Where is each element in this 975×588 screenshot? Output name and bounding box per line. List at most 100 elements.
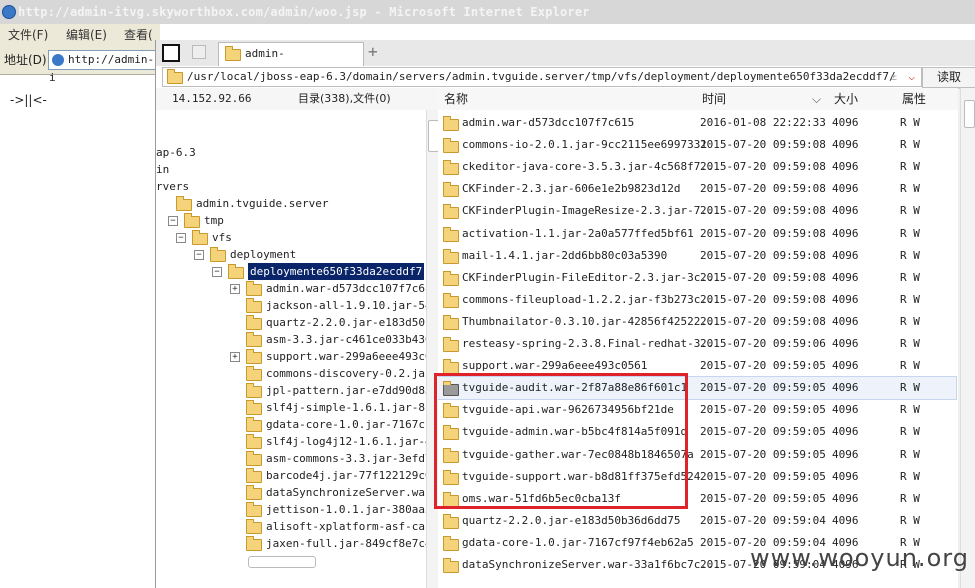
tree-node[interactable]: asm-3.3.jar-c461ce033b4306 [156,331,438,348]
file-size: 4096 [832,447,859,461]
path-input[interactable]: /usr/local/jboss-eap-6.3/domain/servers/… [162,67,922,87]
file-name: Thumbnailator-0.3.10.jar-42856f42522... [462,314,721,328]
tree-node[interactable]: jackson-all-1.9.10.jar-547 [156,297,438,314]
watermark: www.wooyun.org [750,544,969,572]
tree-node[interactable]: asm-commons-3.3.jar-3efd748 [156,450,438,467]
file-row[interactable]: CKFinder-2.3.jar-606e1e2b9823d12d 2015-07… [438,178,956,200]
collapse-icon[interactable]: − [168,216,178,226]
file-time: 2015-07-20 09:59:08 [700,270,826,284]
address-input[interactable]: http://admin-i [48,50,160,84]
file-name: activation-1.1.jar-2a0a577ffed5bf61 [462,226,694,240]
tree-node[interactable]: admin.tvguide.server [156,195,426,212]
file-name: CKFinder-2.3.jar-606e1e2b9823d12d [462,182,681,196]
folder-icon [246,468,262,483]
tree-node[interactable]: slf4j-log4j12-1.6.1.jar-488 [156,433,438,450]
tree-node[interactable]: barcode4j.jar-77f122129c05 [156,467,438,484]
list-scroll-thumb[interactable] [964,100,975,128]
collapse-icon[interactable]: − [194,250,204,260]
tree-node[interactable]: jaxen-full.jar-849cf8e7c4b [156,535,438,552]
file-time: 2015-07-20 09:59:04 [700,513,826,527]
tab-bar: admin-itvg.skywor... + [156,40,975,82]
file-row[interactable]: CKFinderPlugin-FileEditor-2.3.jar-3c... 2… [438,267,956,289]
file-attr: R W [900,204,920,218]
expand-icon[interactable]: + [230,284,240,294]
tree-node[interactable]: gdata-core-1.0.jar-7167cf97 [156,416,438,433]
file-row[interactable]: ckeditor-java-core-3.5.3.jar-4c568f7... 2… [438,156,956,178]
file-time: 2015-07-20 09:59:05 [700,403,826,417]
new-tab-button[interactable]: + [368,42,378,61]
tree-node[interactable]: slf4j-simple-1.6.1.jar-81c2 [156,399,438,416]
file-size: 4096 [832,160,859,174]
tree-node-label: jpl-pattern.jar-e7dd90d83a [266,384,438,397]
read-button[interactable]: 读取 [922,67,975,88]
plus-minus-icon[interactable]: ± [890,68,897,86]
file-time: 2015-07-20 09:59:08 [700,226,826,240]
file-row[interactable]: CKFinderPlugin-ImageResize-2.3.jar-7... 2… [438,200,956,222]
menu-view[interactable]: 查看( [124,24,153,46]
file-row[interactable]: quartz-2.2.0.jar-e183d50b36d6dd75 2015-07… [438,510,956,532]
file-time: 2015-07-20 09:59:05 [700,425,826,439]
file-list: admin.war-d573dcc107f7c615 2016-01-08 22:… [438,110,958,588]
tree-hscroll-thumb[interactable] [248,556,316,568]
tree-node[interactable]: − tmp [156,212,426,229]
tree-node[interactable]: − deploymente650f33da2ecddf7 [156,263,426,280]
path-bar: /usr/local/jboss-eap-6.3/domain/servers/… [156,66,975,89]
col-time[interactable]: 时间 [702,88,726,110]
menu-edit[interactable]: 编辑(E) [66,24,107,46]
tree-node-label: jettison-1.0.1.jar-380aa57f [266,503,438,516]
tree-node[interactable]: + admin.war-d573dcc107f7c615 [156,280,438,297]
sort-chevron-icon[interactable]: ⌵ [812,88,821,110]
tree-node[interactable]: commons-discovery-0.2.jar-1 [156,365,438,382]
tree-node[interactable]: alisoft-xplatform-asf-cach [156,518,438,535]
file-row[interactable]: resteasy-spring-2.3.8.Final-redhat-3... 2… [438,333,956,355]
col-attr[interactable]: 属性 [902,88,926,110]
col-name[interactable]: 名称 [444,88,468,110]
tree-node-label: jaxen-full.jar-849cf8e7c4b [266,537,438,550]
chevron-down-icon[interactable]: ⌵ [908,68,915,86]
tree-node[interactable]: jettison-1.0.1.jar-380aa57f [156,501,438,518]
file-attr: R W [900,491,920,505]
tree-node-label: vfs [212,231,232,244]
file-time: 2015-07-20 09:59:05 [700,381,826,395]
expand-icon[interactable]: + [230,352,240,362]
tree-node[interactable]: + support.war-299a6eee493c05 [156,348,438,365]
server-ip: 14.152.92.66 [172,92,252,105]
tree-node-label: ap-6.3 [156,146,196,159]
file-attr: R W [900,381,920,395]
tree-node[interactable]: dataSynchronizeServer.war-3 [156,484,438,501]
tab-placeholder-icon[interactable] [192,45,206,59]
file-row[interactable]: admin.war-d573dcc107f7c615 2016-01-08 22:… [438,112,956,134]
file-time: 2015-07-20 09:59:05 [700,491,826,505]
file-time: 2015-07-20 09:59:08 [700,160,826,174]
tree-node[interactable]: − deployment [156,246,426,263]
tree-node[interactable]: in [156,161,426,178]
file-row[interactable]: commons-io-2.0.1.jar-9cc2115ee6997331 201… [438,134,956,156]
folder-icon [443,182,459,198]
list-scrollbar[interactable] [960,88,975,588]
file-row[interactable]: commons-fileupload-1.2.2.jar-f3b273c... 2… [438,289,956,311]
file-row[interactable]: Thumbnailator-0.3.10.jar-42856f42522... 2… [438,311,956,333]
menu-file[interactable]: 文件(F) [8,24,48,46]
collapse-icon[interactable]: − [212,267,222,277]
tree-node-label: barcode4j.jar-77f122129c05 [266,469,438,482]
tree-node[interactable]: quartz-2.2.0.jar-e183d50b3 [156,314,438,331]
tree-node[interactable]: − vfs [156,229,426,246]
folder-icon [192,230,208,245]
tree-node[interactable]: jpl-pattern.jar-e7dd90d83a [156,382,438,399]
collapse-icon[interactable]: − [176,233,186,243]
file-attr: R W [900,226,920,240]
tree-node[interactable]: rvers [156,178,426,195]
col-size[interactable]: 大小 [834,88,858,110]
file-attr: R W [900,248,920,262]
file-row[interactable]: activation-1.1.jar-2a0a577ffed5bf61 2015-… [438,223,956,245]
tab-session[interactable]: admin-itvg.skywor... [218,42,364,82]
file-time: 2016-01-08 22:22:33 [700,116,826,129]
tree-node[interactable]: ap-6.3 [156,144,426,161]
file-row[interactable]: mail-1.4.1.jar-2dd6bb80c03a5390 2015-07-2… [438,245,956,267]
file-time: 2015-07-20 09:59:05 [700,469,826,483]
file-time: 2015-07-20 09:59:05 [700,447,826,461]
file-size: 4096 [832,381,859,395]
folder-icon [246,400,262,415]
panel-toggle-icon[interactable] [162,44,180,62]
file-time: 2015-07-20 09:59:05 [700,359,826,373]
